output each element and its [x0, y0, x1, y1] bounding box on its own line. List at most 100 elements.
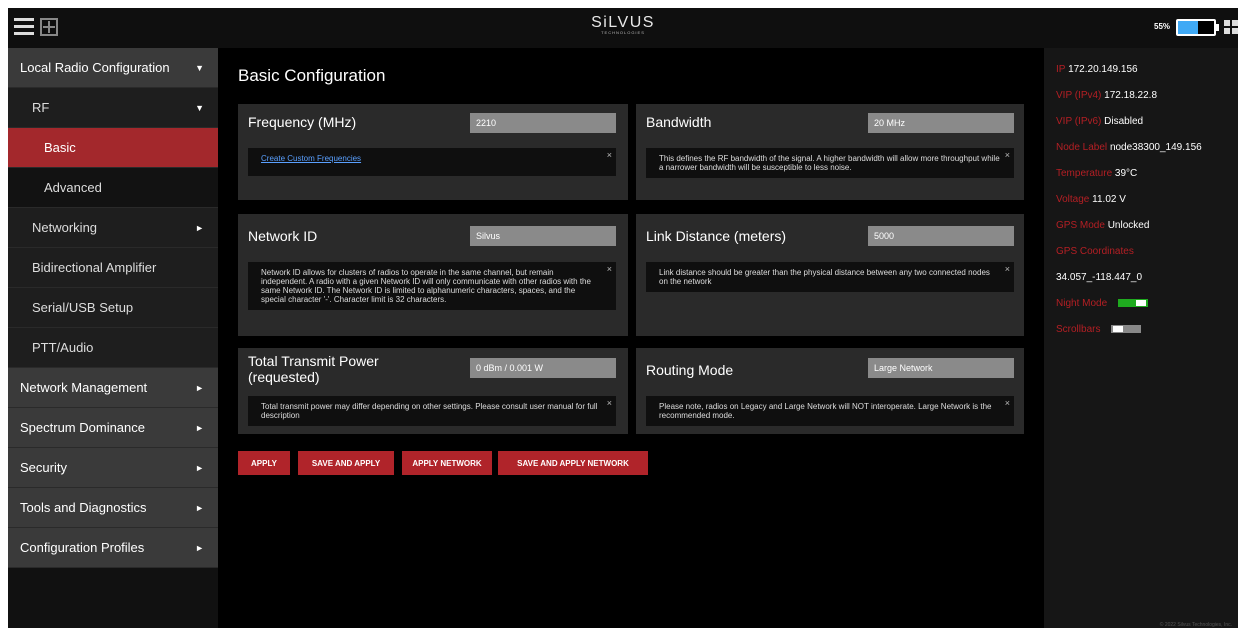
top-bar: SiLVUS TECHNOLOGIES 55%: [8, 8, 1238, 48]
status-vip4-key: VIP (IPv4): [1056, 90, 1102, 101]
sidebar-item-local-radio-configuration[interactable]: Local Radio Configuration ▼: [8, 48, 218, 88]
sidebar-item-label: Network Management: [20, 380, 148, 395]
add-widget-icon[interactable]: [40, 18, 58, 36]
status-ip-key: IP: [1056, 64, 1066, 75]
close-icon[interactable]: ×: [607, 265, 612, 274]
save-and-apply-button[interactable]: SAVE AND APPLY: [298, 451, 394, 475]
routing-mode-label: Routing Mode: [646, 362, 734, 378]
silvus-logo: SiLVUS TECHNOLOGIES: [568, 14, 678, 35]
close-icon[interactable]: ×: [607, 151, 612, 160]
battery-tip: [1216, 24, 1219, 31]
status-vip6-value: Disabled: [1104, 116, 1144, 127]
sidebar-item-label: Serial/USB Setup: [32, 300, 134, 315]
status-node-label: Node Label node38300_149.156: [1056, 140, 1238, 166]
create-custom-frequencies-link[interactable]: Create Custom Frequencies: [261, 154, 361, 163]
status-vip6: VIP (IPv6) Disabled: [1056, 114, 1238, 140]
close-icon[interactable]: ×: [1005, 399, 1010, 408]
bandwidth-card: Bandwidth This defines the RF bandwidth …: [636, 104, 1024, 200]
network-id-label: Network ID: [248, 228, 318, 244]
toggle-knob: [1113, 326, 1124, 333]
sidebar-item-basic[interactable]: Basic: [8, 128, 218, 168]
status-ip: IP 172.20.149.156: [1056, 62, 1238, 88]
battery-percent: 55%: [1154, 22, 1171, 31]
sidebar-item-advanced[interactable]: Advanced: [8, 168, 218, 208]
status-gps-mode: GPS Mode Unlocked: [1056, 218, 1238, 244]
chevron-right-icon: ►: [195, 422, 204, 433]
sidebar-item-configuration-profiles[interactable]: Configuration Profiles ►: [8, 528, 218, 568]
status-temp-key: Temperature: [1056, 168, 1113, 179]
night-mode-key: Night Mode: [1056, 298, 1108, 309]
chevron-right-icon: ►: [195, 502, 204, 513]
sidebar-item-label: Advanced: [44, 180, 102, 195]
network-id-card: Network ID Network ID allows for cluster…: [238, 214, 628, 336]
status-gps-coords-value: 34.057_-118.447_0: [1056, 272, 1143, 283]
status-vip6-key: VIP (IPv6): [1056, 116, 1102, 127]
tx-power-label: Total Transmit Power (requested): [248, 353, 379, 385]
tx-power-card: Total Transmit Power (requested) Total t…: [238, 348, 628, 434]
copyright-text: © 2022 Silvus Technologies, Inc.: [1159, 622, 1232, 628]
sidebar-item-rf[interactable]: RF ▼: [8, 88, 218, 128]
sidebar-item-security[interactable]: Security ►: [8, 448, 218, 488]
apply-button[interactable]: APPLY: [238, 451, 290, 475]
frequency-input[interactable]: [470, 113, 616, 133]
status-voltage-value: 11.02 V: [1092, 194, 1126, 205]
status-ip-value: 172.20.149.156: [1068, 64, 1138, 75]
scrollbars-toggle[interactable]: [1111, 325, 1142, 334]
chevron-down-icon: ▼: [195, 62, 204, 73]
sidebar-item-serial-usb-setup[interactable]: Serial/USB Setup: [8, 288, 218, 328]
apps-grid-icon[interactable]: [1224, 20, 1238, 34]
sidebar-item-label: Tools and Diagnostics: [20, 500, 147, 515]
app-window: SiLVUS TECHNOLOGIES 55% Local Radio Conf…: [8, 8, 1238, 628]
link-distance-input[interactable]: [868, 226, 1014, 246]
status-voltage-key: Voltage: [1056, 194, 1090, 205]
tx-power-info-text: Total transmit power may differ dependin…: [261, 402, 598, 420]
status-gps-mode-value: Unlocked: [1107, 220, 1150, 231]
status-scrollbars: Scrollbars: [1056, 322, 1238, 348]
close-icon[interactable]: ×: [1005, 265, 1010, 274]
chevron-right-icon: ►: [195, 382, 204, 393]
status-temperature: Temperature 39°C: [1056, 166, 1238, 192]
frequency-info-box: Create Custom Frequencies ×: [248, 148, 616, 176]
network-id-info-box: Network ID allows for clusters of radios…: [248, 262, 616, 310]
status-gps-coords-key: GPS Coordinates: [1056, 246, 1134, 257]
network-id-input[interactable]: [470, 226, 616, 246]
routing-mode-info-text: Please note, radios on Legacy and Large …: [659, 402, 992, 420]
status-vip4-value: 172.18.22.8: [1104, 90, 1157, 101]
sidebar-item-label: Spectrum Dominance: [20, 420, 145, 435]
close-icon[interactable]: ×: [1005, 151, 1010, 160]
sidebar-item-bidirectional-amplifier[interactable]: Bidirectional Amplifier: [8, 248, 218, 288]
routing-mode-card: Routing Mode Please note, radios on Lega…: [636, 348, 1024, 434]
hamburger-menu-icon[interactable]: [14, 18, 34, 36]
apply-network-button[interactable]: APPLY NETWORK: [402, 451, 492, 475]
chevron-down-icon: ▼: [195, 102, 204, 113]
sidebar-item-network-management[interactable]: Network Management ►: [8, 368, 218, 408]
save-and-apply-network-button[interactable]: SAVE AND APPLY NETWORK: [498, 451, 648, 475]
status-vip4: VIP (IPv4) 172.18.22.8: [1056, 88, 1238, 114]
status-temp-value: 39°C: [1114, 168, 1138, 179]
sidebar-item-label: Security: [20, 460, 67, 475]
bandwidth-info-text: This defines the RF bandwidth of the sig…: [659, 154, 1000, 172]
frequency-label: Frequency (MHz): [248, 114, 357, 130]
sidebar-item-label: Bidirectional Amplifier: [32, 260, 157, 275]
status-voltage: Voltage 11.02 V: [1056, 192, 1238, 218]
sidebar-item-spectrum-dominance[interactable]: Spectrum Dominance ►: [8, 408, 218, 448]
main-content: Basic Configuration Frequency (MHz) Crea…: [218, 48, 1044, 628]
status-node-value: node38300_149.156: [1109, 142, 1202, 153]
status-gps-mode-key: GPS Mode: [1056, 220, 1105, 231]
sidebar: Local Radio Configuration ▼ RF ▼ Basic A…: [8, 48, 218, 628]
status-panel: IP 172.20.149.156 VIP (IPv4) 172.18.22.8…: [1044, 48, 1238, 628]
routing-mode-select[interactable]: [868, 358, 1014, 378]
logo-subtext: TECHNOLOGIES: [601, 30, 645, 35]
sidebar-item-ptt-audio[interactable]: PTT/Audio: [8, 328, 218, 368]
tx-power-select[interactable]: [470, 358, 616, 378]
bandwidth-select[interactable]: [868, 113, 1014, 133]
sidebar-item-tools-and-diagnostics[interactable]: Tools and Diagnostics ►: [8, 488, 218, 528]
night-mode-toggle[interactable]: [1117, 299, 1148, 308]
page-title: Basic Configuration: [238, 66, 386, 85]
chevron-right-icon: ►: [195, 542, 204, 553]
chevron-right-icon: ►: [195, 222, 204, 233]
close-icon[interactable]: ×: [607, 399, 612, 408]
bandwidth-label: Bandwidth: [646, 114, 712, 130]
sidebar-item-networking[interactable]: Networking ►: [8, 208, 218, 248]
battery-fill: [1178, 21, 1198, 34]
